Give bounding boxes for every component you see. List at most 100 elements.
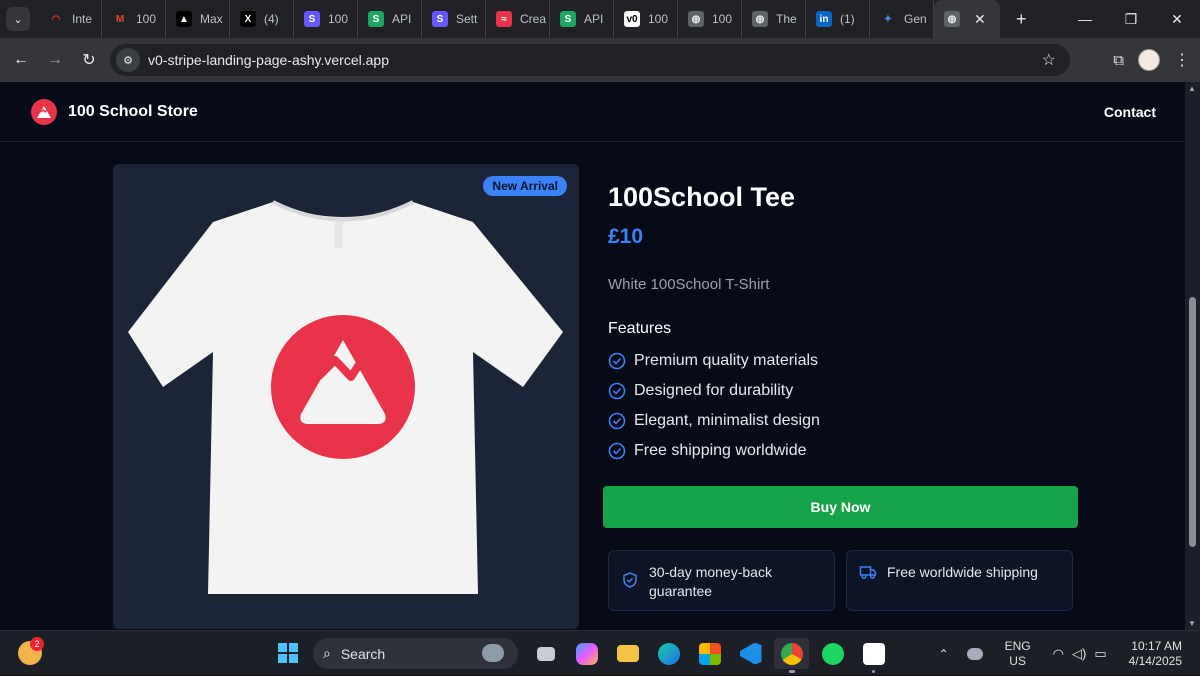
tab-favicon-icon: S	[368, 11, 384, 27]
toolbar-actions: ⧉ ⋮	[1113, 38, 1190, 82]
globe-icon: ◍	[944, 11, 960, 27]
feature-label: Elegant, minimalist design	[634, 412, 820, 429]
browser-tab[interactable]: ✦ Gen	[870, 0, 934, 38]
windows-start-icon[interactable]	[278, 643, 298, 663]
stocks-app-icon[interactable]	[856, 638, 891, 673]
close-window-icon[interactable]: ✕	[1154, 11, 1200, 28]
address-bar[interactable]: ⚙ v0-stripe-landing-page-ashy.vercel.app…	[110, 44, 1070, 76]
file-explorer-icon[interactable]	[610, 638, 645, 669]
list-item: Premium quality materials	[608, 346, 1088, 376]
scroll-down-icon[interactable]: ▼	[1188, 619, 1196, 628]
wifi-icon[interactable]: ◠	[1053, 646, 1064, 662]
brand-name[interactable]: 100 School Store	[68, 103, 198, 121]
browser-tab[interactable]: S API	[550, 0, 614, 38]
chevron-up-icon[interactable]: ⌃	[939, 647, 949, 661]
product-title: 100School Tee	[608, 182, 796, 212]
scrollbar-thumb[interactable]	[1189, 297, 1196, 547]
site-info-icon[interactable]: ⚙	[116, 48, 140, 72]
shield-check-icon	[623, 572, 637, 588]
chrome-icon[interactable]	[774, 638, 809, 673]
browser-tab[interactable]: v0 100	[614, 0, 678, 38]
feature-label: Designed for durability	[634, 382, 794, 399]
spotify-icon[interactable]	[815, 638, 850, 669]
browser-toolbar: ← → ↻ ⚙ v0-stripe-landing-page-ashy.verc…	[0, 38, 1200, 82]
tab-label: Sett	[456, 12, 478, 26]
tab-label: The	[776, 12, 797, 26]
site-header: 100 School Store Contact	[0, 82, 1185, 142]
edge-icon[interactable]	[651, 638, 686, 669]
tab-label: Max	[200, 12, 223, 26]
tab-favicon-icon: S	[304, 11, 320, 27]
menu-icon[interactable]: ⋮	[1174, 50, 1190, 70]
tab-label: 100	[136, 12, 157, 26]
browser-tab[interactable]: X (4)	[230, 0, 294, 38]
battery-icon[interactable]: ▭	[1094, 646, 1106, 662]
minimize-icon[interactable]: —	[1062, 11, 1108, 27]
system-tray: ⌃ ENG US ◠ ◁) ▭ 10:17 AM 4/14/2025	[939, 631, 1200, 676]
tab-label: Crea	[520, 12, 547, 26]
browser-tab[interactable]: in (1)	[806, 0, 870, 38]
list-item: Free shipping worldwide	[608, 436, 1088, 466]
tab-favicon-icon: S	[432, 11, 448, 27]
guarantee-text: 30-day money-back guarantee	[649, 564, 772, 599]
task-view-icon[interactable]	[528, 638, 563, 669]
clock-time: 10:17 AM	[1131, 638, 1182, 653]
tab-favicon-icon: X	[240, 11, 256, 27]
onedrive-icon[interactable]	[966, 647, 983, 660]
forward-icon[interactable]: →	[38, 51, 72, 69]
search-icon: ⌕	[323, 645, 331, 661]
taskbar-apps	[528, 638, 891, 673]
page-viewport: 100 School Store Contact New Arrival 100…	[0, 82, 1185, 630]
tshirt-image	[128, 200, 563, 594]
browser-tab[interactable]: ▲ Max	[166, 0, 230, 38]
tab-active[interactable]: ◍ ✕	[934, 0, 1000, 38]
browser-tab[interactable]: ◍ The	[742, 0, 806, 38]
tab-label: API	[392, 12, 412, 26]
tab-label: Gen	[904, 12, 927, 26]
tab-favicon-icon: in	[816, 11, 832, 27]
browser-tab[interactable]: S 100	[294, 0, 358, 38]
tab-favicon-icon: v0	[624, 11, 640, 27]
new-tab-button[interactable]: +	[1016, 9, 1027, 30]
volume-icon[interactable]: ◁)	[1072, 646, 1086, 662]
reload-icon[interactable]: ↻	[72, 50, 106, 70]
browser-tab[interactable]: ◍ 100	[678, 0, 742, 38]
check-circle-icon	[608, 352, 626, 370]
features-heading: Features	[608, 320, 672, 337]
vscode-icon[interactable]	[733, 638, 768, 669]
language-indicator[interactable]: ENG US	[1005, 639, 1031, 669]
tab-favicon-icon: ◍	[752, 11, 768, 27]
taskbar-search-box[interactable]: ⌕ Search	[313, 638, 518, 669]
tab-search-button[interactable]: ⌄	[6, 7, 30, 31]
copilot-icon[interactable]	[569, 638, 604, 669]
taskbar-clock[interactable]: 10:17 AM 4/14/2025	[1129, 639, 1182, 669]
tab-favicon-icon: ◍	[688, 11, 704, 27]
buy-now-button[interactable]: Buy Now	[603, 486, 1078, 528]
list-item: Elegant, minimalist design	[608, 406, 1088, 436]
microsoft-store-icon[interactable]	[692, 638, 727, 669]
close-tab-icon[interactable]: ✕	[974, 11, 986, 28]
browser-tab[interactable]: ◠ Inte	[38, 0, 102, 38]
contact-link[interactable]: Contact	[1104, 104, 1156, 120]
feature-label: Premium quality materials	[634, 352, 819, 369]
browser-tab[interactable]: M 100	[102, 0, 166, 38]
page-scrollbar[interactable]: ▲ ▼	[1185, 82, 1200, 630]
restore-icon[interactable]: ❐	[1108, 11, 1154, 28]
product-price: £10	[608, 225, 644, 248]
windows-taskbar: 2 ⌕ Search ⌃ ENG US ◠ ◁) ▭ 10:17 AM 4/14…	[0, 630, 1200, 675]
product-info: 100School Tee £10 White 100School T-Shir…	[608, 182, 1088, 466]
brand-logo-icon[interactable]	[31, 98, 57, 125]
tab-favicon-icon: ✦	[880, 11, 896, 27]
extensions-icon[interactable]: ⧉	[1113, 52, 1124, 69]
browser-tab[interactable]: S Sett	[422, 0, 486, 38]
browser-tab-strip: ⌄ ◠ Inte M 100 ▲ Max X (4) S 100 S API S Sett ≈ Crea S AP…	[0, 0, 1200, 38]
clock-date: 4/14/2025	[1128, 653, 1182, 668]
tab-favicon-icon: ◠	[48, 11, 64, 27]
browser-tab[interactable]: ≈ Crea	[486, 0, 550, 38]
back-icon[interactable]: ←	[4, 51, 38, 69]
scroll-up-icon[interactable]: ▲	[1188, 84, 1196, 93]
tab-label: 100	[648, 12, 669, 26]
profile-avatar[interactable]	[1138, 49, 1160, 71]
bookmark-star-icon[interactable]: ☆	[1042, 50, 1056, 70]
browser-tab[interactable]: S API	[358, 0, 422, 38]
